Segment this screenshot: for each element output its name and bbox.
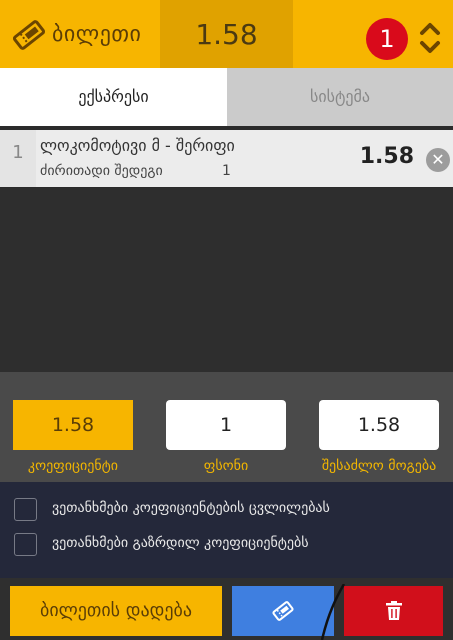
total-odds-box: 1.58 [160,0,293,68]
accept-increased-odds-checkbox[interactable] [14,533,37,556]
accept-odds-change-label: ვეთანხმები კოეფიციენტების ცვლილებას [52,500,330,516]
ticket-icon [272,601,294,621]
cable-overlay [320,584,346,640]
bet-index: 1 [0,130,36,187]
chevrons-up-down-icon[interactable] [418,20,442,56]
trash-icon [385,601,402,620]
bet-odds: 1.58 [359,144,414,169]
odds-label: კოეფიციენტი [27,458,119,474]
total-odds: 1.58 [195,18,258,51]
accept-increased-odds-label: ვეთანხმები გაზრდილ კოეფიციენტებს [52,535,309,551]
bet-match-name: ლოკომოტივი მ - შერიფი [40,136,235,155]
odds-field: 1.58 [13,400,133,450]
close-circle-icon[interactable]: ✕ [426,148,450,172]
stake-label: ფსონი [203,458,249,474]
bet-market: ძირითადი შედეგი [40,163,163,179]
possible-win-field: 1.58 [319,400,439,450]
ticket-icon [12,20,46,50]
tab-express-label: ექსპრესი [78,87,149,106]
stake-section: 1.58 1 1.58 კოეფიციენტი ფსონი შესაძლო მო… [0,372,453,482]
betslip-actions: ბილეთის დადება [0,578,453,640]
accept-odds-change-checkbox[interactable] [14,498,37,521]
odds-options: ვეთანხმები კოეფიციენტების ცვლილებას ვეთა… [0,482,453,578]
bet-type-tabs: ექსპრესი სისტემა [0,68,453,126]
tab-system-label: სისტემა [309,87,371,106]
betslip-header: ბილეთი 1.58 1 [0,0,453,68]
possible-win-label: შესაძლო მოგება [321,458,437,474]
delete-button[interactable] [344,586,443,636]
bet-pick: 1 [222,163,231,179]
bet-selection-row: 1 ლოკომოტივი მ - შერიფი ძირითადი შედეგი … [0,130,453,187]
place-bet-button[interactable]: ბილეთის დადება [10,586,222,636]
tab-system[interactable]: სისტემა [227,68,453,126]
selections-count-badge: 1 [366,18,408,60]
betslip-empty-area [0,188,453,372]
betslip-title: ბილეთი [52,22,142,47]
stake-input[interactable]: 1 [166,400,286,450]
tab-express[interactable]: ექსპრესი [0,68,227,126]
